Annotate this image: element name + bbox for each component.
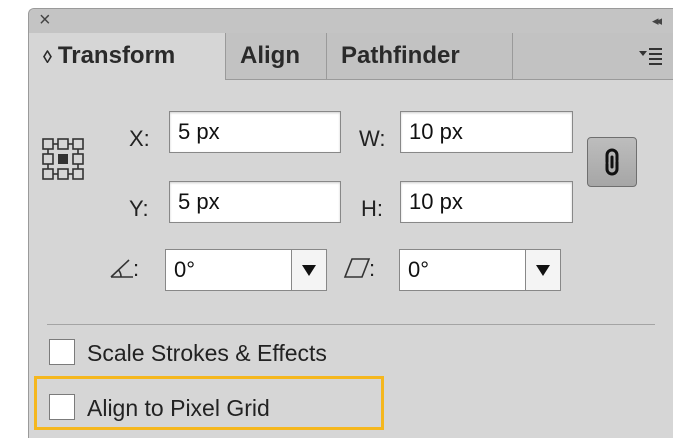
shear-angle-dropdown[interactable]: 0°	[399, 249, 561, 291]
chevron-down-icon[interactable]	[525, 250, 560, 290]
tab-label: Pathfinder	[341, 42, 460, 69]
transform-panel: × ◂◂ ◊ Transform Align Pathfinder X: 5 p…	[28, 8, 673, 438]
tab-transform[interactable]: ◊ Transform	[29, 33, 226, 80]
tab-options-icon: ◊	[43, 47, 52, 67]
x-label: X:	[129, 126, 150, 151]
shear-colon: :	[369, 256, 376, 281]
panel-titlebar: × ◂◂	[29, 9, 673, 34]
close-icon[interactable]: ×	[39, 8, 51, 32]
shear-angle-value: 0°	[408, 257, 430, 282]
rotate-angle-icon	[110, 259, 133, 278]
x-position-field[interactable]: 5 px	[169, 111, 341, 153]
constrain-proportions-link-icon	[605, 148, 619, 176]
reference-point-icon[interactable]	[41, 137, 85, 181]
tab-label: Align	[240, 42, 300, 69]
shear-angle-icon	[343, 258, 371, 278]
tab-label: Transform	[57, 42, 176, 69]
y-position-field[interactable]: 5 px	[169, 181, 341, 223]
chevron-down-icon[interactable]	[291, 250, 326, 290]
scale-strokes-checkbox[interactable]	[49, 339, 75, 365]
panel-menu-icon[interactable]	[639, 45, 663, 67]
w-label: W:	[359, 126, 386, 151]
scale-strokes-label: Scale Strokes & Effects	[87, 340, 327, 366]
height-field[interactable]: 10 px	[400, 181, 573, 223]
constrain-proportions-button[interactable]	[587, 137, 637, 187]
h-label: H:	[361, 196, 383, 221]
width-field[interactable]: 10 px	[400, 111, 573, 153]
rotate-colon: :	[133, 256, 140, 281]
rotate-angle-dropdown[interactable]: 0°	[165, 249, 327, 291]
rotate-angle-value: 0°	[174, 257, 196, 282]
section-divider	[47, 324, 655, 325]
tab-align[interactable]: Align	[226, 33, 327, 79]
tab-pathfinder[interactable]: Pathfinder	[327, 33, 513, 79]
y-label: Y:	[129, 196, 149, 221]
highlight-box	[34, 376, 384, 430]
tab-bar: ◊ Transform Align Pathfinder	[29, 33, 673, 80]
collapse-icon[interactable]: ◂◂	[652, 9, 662, 33]
